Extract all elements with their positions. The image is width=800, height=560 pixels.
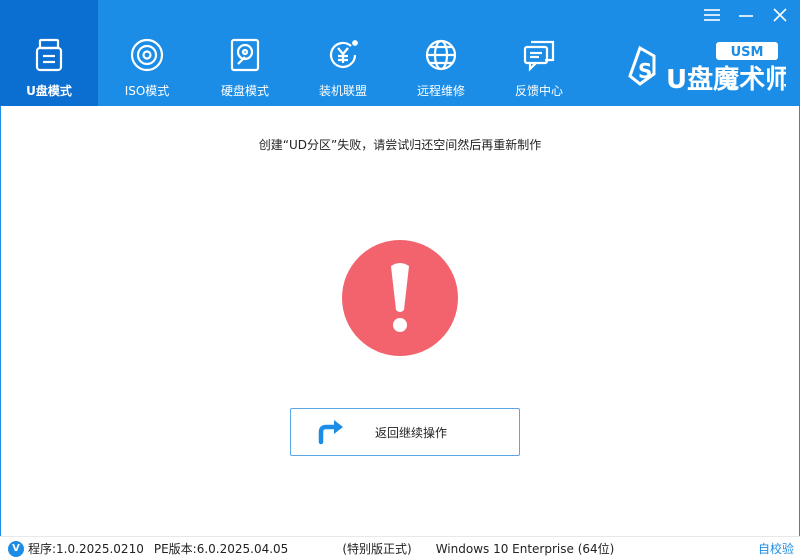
- version-badge: V: [8, 540, 24, 557]
- nav-item-hdd-mode[interactable]: 硬盘模式: [196, 0, 294, 106]
- nav-label: 远程维修: [416, 84, 465, 98]
- main-nav: U盘模式 ISO模式 硬盘模式 装机联盟 远程维修 反馈中心: [0, 0, 588, 106]
- hamburger-icon: [704, 9, 720, 21]
- brand-logo: S USM U盘魔术师: [626, 40, 791, 96]
- status-bar: V 程序:1.0.2025.0210 PE版本:6.0.2025.04.05 (…: [0, 536, 800, 560]
- usb-drive-icon: [30, 36, 68, 74]
- self-check-link[interactable]: 自校验: [758, 540, 794, 557]
- minimize-button[interactable]: [734, 4, 758, 26]
- disc-icon: [128, 36, 166, 74]
- nav-label: ISO模式: [124, 84, 170, 98]
- edition-label: (特别版正式): [342, 542, 412, 556]
- window-controls: [700, 4, 792, 26]
- menu-button[interactable]: [700, 4, 724, 26]
- nav-label: 反馈中心: [514, 84, 563, 98]
- chat-bubble-icon: [520, 36, 558, 74]
- logo-badge: USM: [731, 45, 764, 60]
- close-button[interactable]: [768, 4, 792, 26]
- program-version: 程序:1.0.2025.0210: [28, 542, 144, 556]
- return-arrow-icon: [315, 416, 347, 448]
- hard-disk-icon: [226, 36, 264, 74]
- os-info: Windows 10 Enterprise (64位): [435, 542, 615, 556]
- return-button-label: 返回继续操作: [375, 425, 448, 440]
- nav-label: 硬盘模式: [220, 84, 269, 98]
- nav-item-remote-repair[interactable]: 远程维修: [392, 0, 490, 106]
- window-border-left: [0, 106, 1, 536]
- error-message: 创建“UD分区”失败，请尝试归还空间然后再重新制作: [258, 138, 542, 152]
- close-icon: [773, 8, 787, 22]
- nav-item-feedback-center[interactable]: 反馈中心: [490, 0, 588, 106]
- svg-text:S: S: [638, 59, 652, 83]
- error-alert-icon: [342, 240, 458, 356]
- minimize-icon: [739, 15, 753, 17]
- logo-brand: U盘魔术师: [666, 64, 786, 95]
- pe-version: PE版本:6.0.2025.04.05: [153, 542, 289, 556]
- return-continue-button[interactable]: 返回继续操作: [290, 408, 520, 456]
- nav-label: U盘模式: [26, 84, 72, 98]
- nav-label: 装机联盟: [318, 84, 367, 98]
- nav-item-usb-mode[interactable]: U盘模式: [0, 0, 98, 106]
- nav-item-iso-mode[interactable]: ISO模式: [98, 0, 196, 106]
- globe-icon: [422, 36, 460, 74]
- nav-item-install-alliance[interactable]: 装机联盟: [294, 0, 392, 106]
- yen-coin-icon: [324, 36, 362, 74]
